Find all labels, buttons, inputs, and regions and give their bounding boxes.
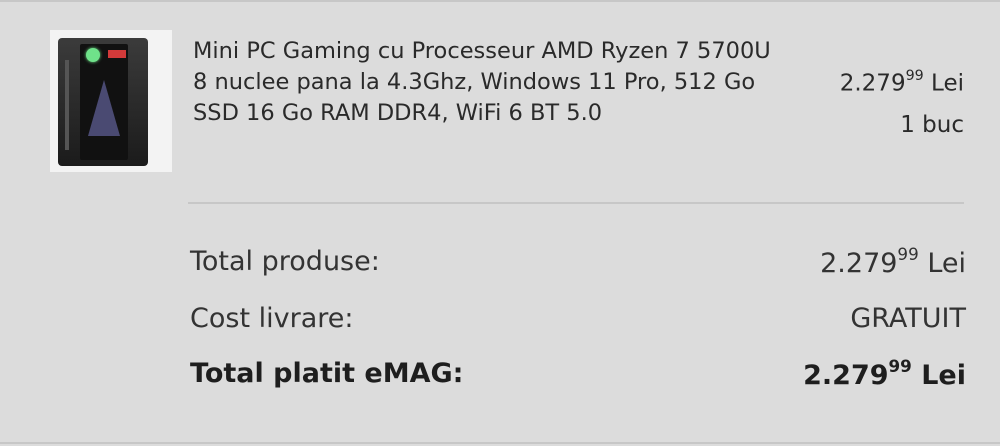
total-paid-value: 2.27999 Lei bbox=[803, 355, 966, 392]
delivery-cost-row: Cost livrare: GRATUIT bbox=[190, 303, 966, 343]
rgb-light-graphic bbox=[88, 80, 120, 136]
power-led-icon bbox=[86, 48, 100, 62]
product-quantity: 1 buc bbox=[900, 112, 964, 138]
total-products-currency: Lei bbox=[927, 248, 966, 279]
delivery-cost-label: Cost livrare: bbox=[190, 303, 354, 334]
product-price: 2.27999 Lei bbox=[839, 67, 964, 97]
total-paid-cents: 99 bbox=[888, 355, 912, 376]
brand-badge-icon bbox=[108, 50, 126, 58]
total-products-label: Total produse: bbox=[190, 246, 380, 277]
pc-front-panel bbox=[80, 44, 128, 160]
total-paid-currency: Lei bbox=[921, 360, 966, 391]
total-products-main: 2.279 bbox=[820, 248, 898, 279]
total-products-row: Total produse: 2.27999 Lei bbox=[190, 243, 966, 286]
summary-divider bbox=[188, 202, 964, 204]
price-cents: 99 bbox=[905, 67, 924, 84]
total-paid-label: Total platit eMAG: bbox=[190, 358, 464, 389]
product-title[interactable]: Mini PC Gaming cu Processeur AMD Ryzen 7… bbox=[193, 36, 773, 129]
total-products-cents: 99 bbox=[897, 243, 919, 264]
price-main: 2.279 bbox=[839, 70, 906, 97]
price-currency: Lei bbox=[931, 70, 964, 97]
bottom-divider bbox=[0, 442, 1000, 444]
total-paid-main: 2.279 bbox=[803, 360, 889, 391]
pc-vent-graphic bbox=[65, 60, 69, 150]
mini-pc-icon bbox=[58, 38, 148, 166]
product-image[interactable] bbox=[50, 30, 172, 172]
order-product-row: Mini PC Gaming cu Processeur AMD Ryzen 7… bbox=[0, 0, 1000, 200]
total-products-value: 2.27999 Lei bbox=[820, 243, 966, 280]
total-paid-row: Total platit eMAG: 2.27999 Lei bbox=[190, 355, 966, 398]
delivery-cost-value: GRATUIT bbox=[850, 303, 966, 334]
